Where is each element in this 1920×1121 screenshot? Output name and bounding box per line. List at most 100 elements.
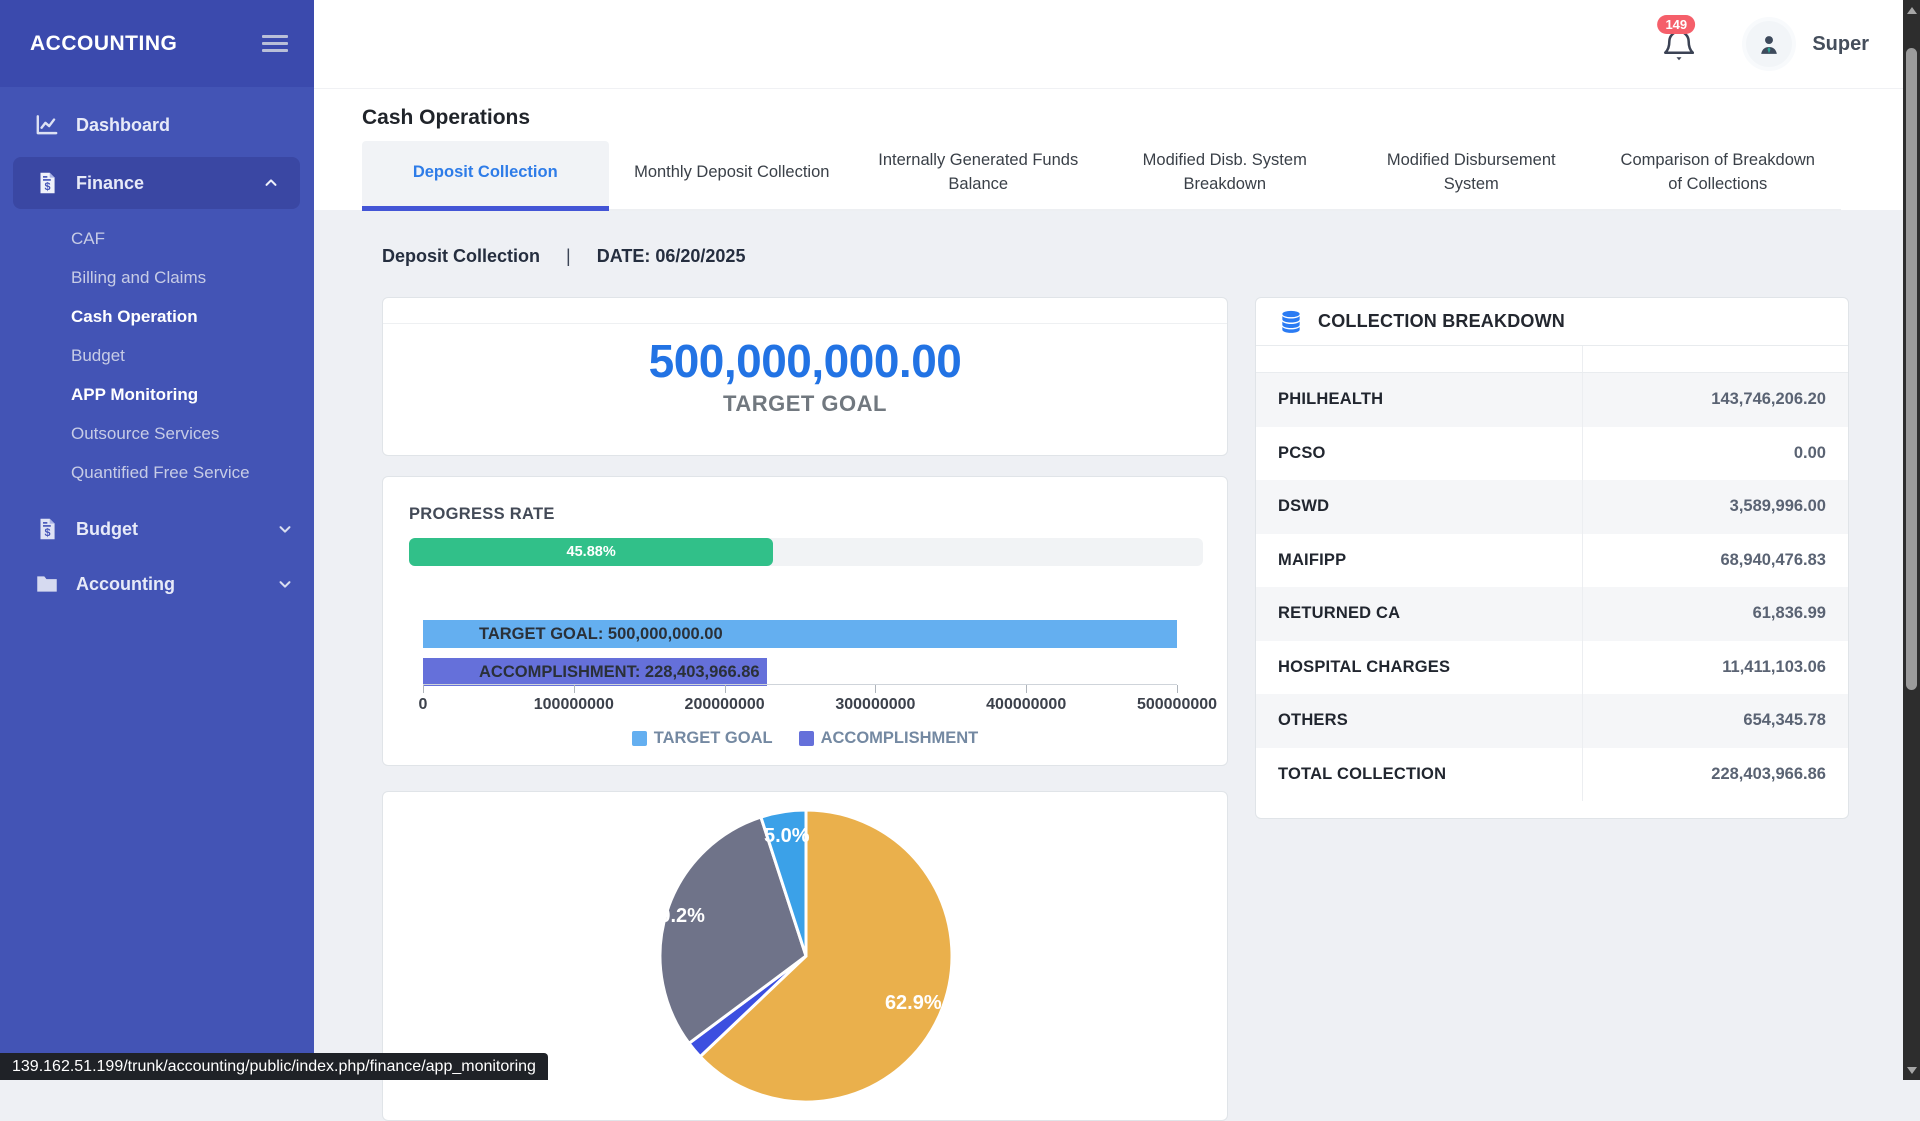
app-title: ACCOUNTING [30,32,177,56]
scroll-down-button[interactable] [1903,1060,1920,1080]
bar-label: ACCOMPLISHMENT: 228,403,966.86 [479,663,760,682]
file-invoice-dollar-icon: $ [34,170,60,196]
username[interactable]: Super [1812,33,1869,56]
pie-slice-label: 5.0% [764,825,810,847]
target-card-header [383,298,1227,324]
sidebar-subitem-billing-and-claims[interactable]: Billing and Claims [0,258,314,297]
table-row-dswd: DSWD3,589,996.00 [1256,480,1848,534]
vertical-scrollbar[interactable] [1903,0,1920,1080]
sidebar: ACCOUNTING Dashboard $ Finance CAFBillin… [0,0,314,1080]
collection-breakdown-header: COLLECTION BREAKDOWN [1256,298,1848,346]
bar-label: TARGET GOAL: 500,000,000.00 [479,625,723,644]
table-row-philhealth: PHILHEALTH143,746,206.20 [1256,373,1848,427]
chevron-down-icon [276,520,294,538]
sidebar-item-dashboard[interactable]: Dashboard [0,101,314,149]
chart-line-icon [34,112,60,138]
file-invoice-dollar-icon: $ [34,516,60,542]
page-title: Cash Operations [362,106,530,130]
progress-bar-track: 45.88% [409,538,1203,566]
chevron-down-icon [276,575,294,593]
target-goal-amount: 500,000,000.00 [383,334,1227,388]
row-label: HOSPITAL CHARGES [1256,641,1582,695]
tab-modified-disbursement-system[interactable]: Modified Disbursement System [1348,141,1595,209]
progress-percent: 45.88% [567,544,616,560]
tab-comparison-of-breakdown-of-collections[interactable]: Comparison of Breakdown of Collections [1595,141,1842,209]
row-label: DSWD [1256,480,1582,534]
scroll-down-arrow-icon [1907,1067,1917,1074]
breadcrumb-separator: | [566,246,571,267]
row-label: OTHERS [1256,694,1582,748]
progress-rate-title: PROGRESS RATE [409,505,1201,524]
folder-icon [34,571,60,597]
bar-target-goal: TARGET GOAL: 500,000,000.00 [423,620,1177,648]
sidebar-item-accounting[interactable]: Accounting [0,559,314,609]
status-bar-url: 139.162.51.199/trunk/accounting/public/i… [0,1053,548,1080]
user-avatar[interactable] [1746,21,1792,67]
row-value: 61,836.99 [1582,587,1848,641]
table-row-pcso: PCSO0.00 [1256,427,1848,481]
person-icon [1755,30,1783,58]
target-goal-card: 500,000,000.00 TARGET GOAL [382,297,1228,456]
legend-item-target-goal: TARGET GOAL [632,729,773,748]
collection-breakdown-card: COLLECTION BREAKDOWN PHILHEALTH143,746,2… [1255,297,1849,819]
sidebar-item-label: Finance [76,173,144,194]
progress-bar-fill: 45.88% [409,538,773,566]
svg-text:$: $ [45,527,51,539]
sidebar-header: ACCOUNTING [0,0,314,87]
content-area: Deposit Collection | DATE: 06/20/2025 50… [314,210,1903,1080]
legend-swatch [799,731,814,746]
sidebar-subitem-caf[interactable]: CAF [0,219,314,258]
progress-rate-card: PROGRESS RATE 45.88% TARGET GOAL: 500,00… [382,476,1228,766]
row-value: 228,403,966.86 [1582,748,1848,802]
tab-deposit-collection[interactable]: Deposit Collection [362,141,609,209]
scroll-up-arrow-icon [1907,7,1917,14]
notifications-button[interactable]: 149 [1660,24,1698,64]
table-row-maifipp: MAIFIPP68,940,476.83 [1256,534,1848,588]
row-value: 11,411,103.06 [1582,641,1848,695]
breadcrumb: Deposit Collection [382,246,540,267]
table-row-others: OTHERS654,345.78 [1256,694,1848,748]
x-tick-label: 400000000 [986,696,1066,714]
row-label: PCSO [1256,427,1582,481]
date-label: DATE: 06/20/2025 [597,246,746,267]
sidebar-subitem-cash-operation[interactable]: Cash Operation [0,297,314,336]
bar-chart-legend: TARGET GOALACCOMPLISHMENT [383,729,1227,748]
sidebar-item-finance[interactable]: $ Finance [13,157,300,209]
sidebar-item-budget[interactable]: $ Budget [0,504,314,554]
row-label: MAIFIPP [1256,534,1582,588]
sidebar-item-label: Budget [76,519,138,540]
legend-swatch [632,731,647,746]
sidebar-item-label: Accounting [76,574,175,595]
collection-breakdown-title: COLLECTION BREAKDOWN [1318,311,1565,332]
chevron-up-icon [262,174,280,192]
pie-slice-label: 62.9% [885,992,942,1014]
bar-accomplishment: ACCOMPLISHMENT: 228,403,966.86 [423,658,767,686]
notification-count-badge: 149 [1657,15,1695,34]
x-tick-label: 100000000 [534,696,614,714]
page-head: Cash Operations Deposit CollectionMonthl… [314,88,1903,210]
table-row-hospital-charges: HOSPITAL CHARGES11,411,103.06 [1256,641,1848,695]
row-value: 3,589,996.00 [1582,480,1848,534]
target-goal-label: TARGET GOAL [383,391,1227,417]
x-tick-label: 0 [419,696,428,714]
sidebar-subitem-outsource-services[interactable]: Outsource Services [0,414,314,453]
breakdown-table: PHILHEALTH143,746,206.20PCSO0.00DSWD3,58… [1256,373,1848,801]
tab-bar: Deposit CollectionMonthly Deposit Collec… [362,141,1841,211]
tab-monthly-deposit-collection[interactable]: Monthly Deposit Collection [609,141,856,209]
coins-icon [1278,309,1304,335]
topbar: 149 Super [314,0,1903,88]
svg-text:$: $ [45,181,51,193]
hamburger-menu-icon[interactable] [262,31,288,56]
sidebar-subitem-budget[interactable]: Budget [0,336,314,375]
row-value: 654,345.78 [1582,694,1848,748]
row-value: 143,746,206.20 [1582,373,1848,427]
sidebar-subitem-quantified-free-service[interactable]: Quantified Free Service [0,453,314,492]
x-tick-label: 200000000 [685,696,765,714]
sidebar-subitem-app-monitoring[interactable]: APP Monitoring [0,375,314,414]
x-tick-label: 500000000 [1137,696,1217,714]
tab-internally-generated-funds-balance[interactable]: Internally Generated Funds Balance [855,141,1102,209]
goal-bar-chart: TARGET GOAL: 500,000,000.00 ACCOMPLISHMEN… [423,620,1177,690]
scroll-up-button[interactable] [1903,0,1920,20]
scrollbar-thumb[interactable] [1906,48,1917,690]
tab-modified-disb-system-breakdown[interactable]: Modified Disb. System Breakdown [1102,141,1349,209]
